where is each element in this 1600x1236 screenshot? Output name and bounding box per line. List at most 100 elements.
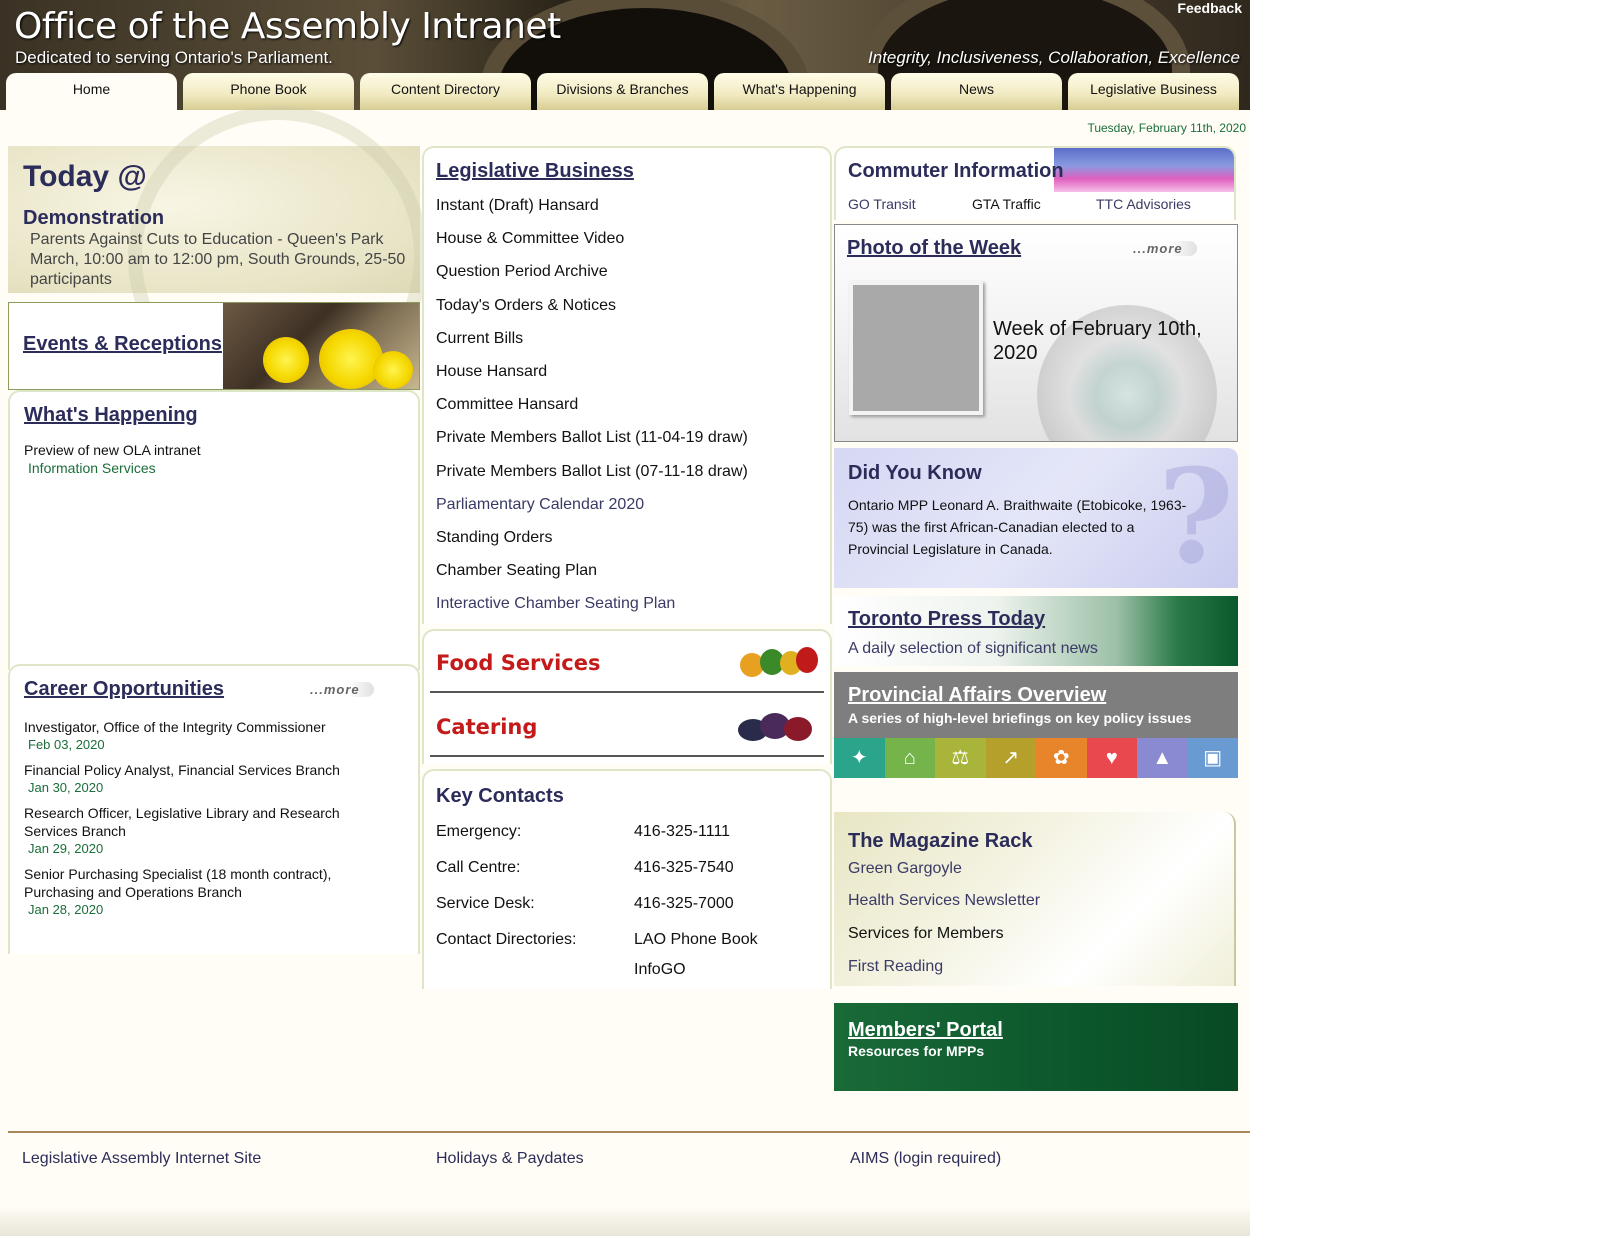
tagline: Integrity, Inclusiveness, Collaboration,… — [868, 48, 1240, 67]
site-title[interactable]: Office of the Assembly Intranet — [14, 6, 561, 47]
flower-image — [319, 329, 383, 389]
legislative-business-title-link[interactable]: Legislative Business — [436, 160, 634, 183]
flower-image — [373, 351, 413, 389]
first-reading-link[interactable]: First Reading — [848, 958, 943, 976]
tab-news[interactable]: News — [891, 73, 1062, 110]
food-services-row[interactable]: Food Services — [430, 631, 824, 693]
legislative-link[interactable]: Committee Hansard — [436, 395, 748, 428]
tree-icon[interactable]: ✿ — [1036, 738, 1087, 778]
vegetables-image — [734, 645, 818, 679]
city-icon[interactable]: ⌂ — [884, 738, 935, 778]
job-item[interactable]: Senior Purchasing Specialist (18 month c… — [24, 865, 384, 919]
tab-divisions-branches[interactable]: Divisions & Branches — [537, 73, 708, 110]
today-panel: Today @ Demonstration Parents Against Cu… — [8, 106, 428, 406]
provincial-affairs-subtitle: A series of high-level briefings on key … — [848, 710, 1192, 726]
job-date: Jan 29, 2020 — [28, 841, 104, 856]
career-more-link[interactable]: ...more — [310, 682, 374, 697]
ttc-advisories-link[interactable]: TTC Advisories — [1096, 196, 1191, 212]
legislative-link[interactable]: Parliamentary Calendar 2020 — [436, 495, 748, 528]
today-title: Today @ — [23, 160, 147, 193]
members-portal-panel: Members' Portal Resources for MPPs — [834, 1003, 1238, 1091]
berries-image — [734, 709, 818, 743]
scales-icon[interactable]: ⚖ — [935, 738, 986, 778]
legislative-link[interactable]: Today's Orders & Notices — [436, 296, 748, 329]
today-event-title: Demonstration — [23, 207, 165, 229]
tab-legislative-business[interactable]: Legislative Business — [1068, 73, 1239, 110]
members-portal-subtitle: Resources for MPPs — [848, 1043, 985, 1059]
photo-more-link[interactable]: ...more — [1133, 241, 1197, 256]
legislative-link[interactable]: Private Members Ballot List (07-11-18 dr… — [436, 462, 748, 495]
whats-happening-item-link[interactable]: Preview of new OLA intranet — [24, 442, 201, 458]
career-title-link[interactable]: Career Opportunities — [24, 678, 224, 701]
photo-of-week-title-link[interactable]: Photo of the Week — [847, 237, 1021, 260]
photo-of-week-panel: Photo of the Week ...more Week of Februa… — [834, 224, 1238, 442]
career-list: Investigator, Office of the Integrity Co… — [24, 718, 384, 926]
did-you-know-panel: ? Did You Know Ontario MPP Leonard A. Br… — [834, 448, 1238, 588]
legislative-link[interactable]: Instant (Draft) Hansard — [436, 196, 748, 229]
tab-content-directory[interactable]: Content Directory — [360, 73, 531, 110]
job-item[interactable]: Financial Policy Analyst, Financial Serv… — [24, 761, 384, 797]
current-date: Tuesday, February 11th, 2020 — [1087, 121, 1246, 135]
feedback-link[interactable]: Feedback — [1177, 0, 1242, 16]
legislative-link[interactable]: Standing Orders — [436, 528, 748, 561]
flower-image — [263, 337, 309, 383]
footer-divider — [8, 1131, 1250, 1133]
header-banner: Office of the Assembly Intranet Dedicate… — [0, 0, 1250, 110]
gta-traffic-link[interactable]: GTA Traffic — [972, 196, 1041, 212]
go-transit-link[interactable]: GO Transit — [848, 196, 916, 212]
today-event-text: Parents Against Cuts to Education - Quee… — [30, 231, 406, 288]
events-title-link[interactable]: Events & Receptions — [23, 333, 222, 356]
commuter-panel: Commuter Information GO Transit GTA Traf… — [834, 146, 1236, 220]
legislative-link[interactable]: Private Members Ballot List (11-04-19 dr… — [436, 428, 748, 461]
legislative-link[interactable]: House & Committee Video — [436, 229, 748, 262]
internet-site-link[interactable]: Legislative Assembly Internet Site — [22, 1150, 261, 1168]
heart-icon[interactable]: ♥ — [1086, 738, 1137, 778]
events-panel[interactable]: Events & Receptions — [8, 302, 420, 390]
train-icon[interactable]: ▣ — [1187, 738, 1238, 778]
food-services-link[interactable]: Food Services — [436, 651, 601, 675]
whats-happening-title-link[interactable]: What's Happening — [24, 404, 198, 427]
tab-phone-book[interactable]: Phone Book — [183, 73, 354, 110]
phone-book-link[interactable]: LAO Phone Book — [634, 931, 758, 949]
photo-thumbnail[interactable] — [849, 281, 983, 415]
contact-value: 416-325-7000 — [634, 895, 734, 912]
legislative-link[interactable]: Question Period Archive — [436, 262, 748, 295]
catering-row[interactable]: Catering — [430, 695, 824, 757]
key-contacts-title: Key Contacts — [436, 785, 564, 807]
press-today-title-link[interactable]: Toronto Press Today — [848, 608, 1045, 631]
aims-link[interactable]: AIMS (login required) — [850, 1150, 1001, 1168]
chart-icon[interactable]: ↗ — [985, 738, 1036, 778]
graduation-icon[interactable]: ▲ — [1137, 738, 1188, 778]
tab-home[interactable]: Home — [6, 73, 177, 110]
job-item[interactable]: Investigator, Office of the Integrity Co… — [24, 718, 384, 754]
magazine-rack-panel: The Magazine Rack Green Gargoyle Health … — [834, 812, 1236, 986]
provincial-affairs-panel: Provincial Affairs Overview A series of … — [834, 672, 1238, 778]
food-panel: Food Services Catering — [422, 629, 832, 764]
job-item[interactable]: Research Officer, Legislative Library an… — [24, 804, 384, 858]
job-title: Investigator, Office of the Integrity Co… — [24, 719, 326, 735]
contact-value: 416-325-7540 — [634, 859, 734, 876]
green-gargoyle-link[interactable]: Green Gargoyle — [848, 860, 962, 878]
skyline-image — [1054, 148, 1234, 192]
catering-link[interactable]: Catering — [436, 715, 537, 739]
key-contacts-panel: Key Contacts Emergency: 416-325-1111 Cal… — [422, 769, 832, 989]
career-panel: Career Opportunities ...more Investigato… — [8, 664, 420, 954]
health-newsletter-link[interactable]: Health Services Newsletter — [848, 892, 1040, 910]
holidays-paydates-link[interactable]: Holidays & Paydates — [436, 1150, 584, 1168]
services-for-members-link[interactable]: Services for Members — [848, 925, 1004, 943]
legislative-link[interactable]: House Hansard — [436, 362, 748, 395]
legislative-business-panel: Legislative Business Instant (Draft) Han… — [422, 146, 832, 624]
legislative-link[interactable]: Chamber Seating Plan — [436, 561, 748, 594]
did-you-know-title: Did You Know — [848, 462, 982, 484]
provincial-affairs-title-link[interactable]: Provincial Affairs Overview — [848, 684, 1106, 707]
job-title: Senior Purchasing Specialist (18 month c… — [24, 866, 332, 900]
site-subtitle: Dedicated to serving Ontario's Parliamen… — [15, 48, 333, 67]
events-photo — [223, 303, 419, 389]
members-portal-title-link[interactable]: Members' Portal — [848, 1019, 1003, 1042]
legislative-link[interactable]: Interactive Chamber Seating Plan — [436, 594, 748, 627]
infogo-link[interactable]: InfoGO — [634, 961, 686, 979]
whats-happening-panel: What's Happening Preview of new OLA intr… — [8, 390, 420, 670]
tab-whats-happening[interactable]: What's Happening — [714, 73, 885, 110]
trillium-icon[interactable]: ✦ — [834, 738, 885, 778]
legislative-link[interactable]: Current Bills — [436, 329, 748, 362]
